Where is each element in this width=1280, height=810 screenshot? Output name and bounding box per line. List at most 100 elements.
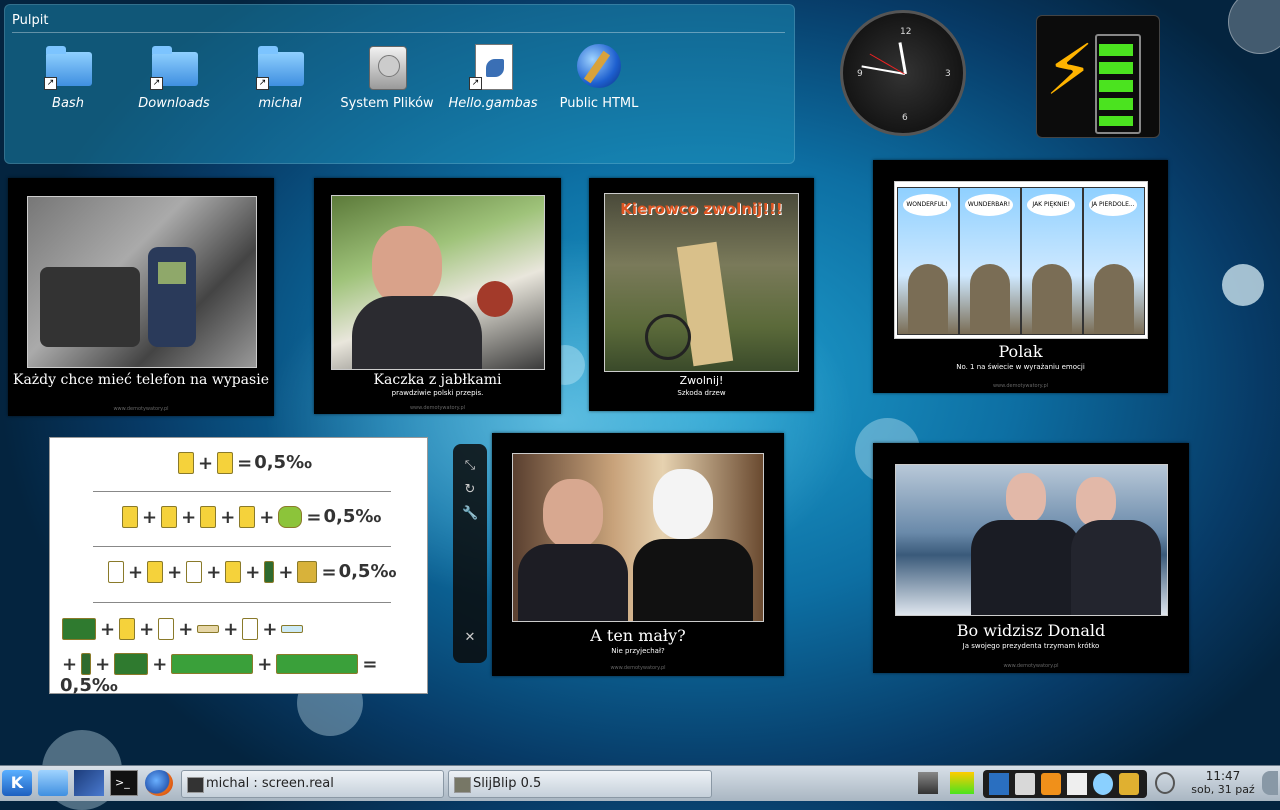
frame-watermark: www.demotywatory.pl xyxy=(610,665,666,671)
frame-photo: WONDERFUL! WUNDERBAR! JAK PIĘKNIE! JA PI… xyxy=(894,181,1148,339)
desktop-icon[interactable] xyxy=(74,770,104,796)
wireless-icon[interactable] xyxy=(1155,772,1175,794)
picture-frame-widget[interactable]: A ten mały? Nie przyjechał? www.demotywa… xyxy=(492,433,784,676)
applet-handle[interactable]: ⤡ ↻ 🔧 ✕ xyxy=(453,444,487,663)
battery-monitor-widget[interactable]: ⚡ xyxy=(1036,15,1160,138)
beer-mug-icon xyxy=(200,506,217,528)
clock-numeral: 6 xyxy=(902,113,908,123)
desktop-icon-system-files[interactable]: System Plików xyxy=(337,44,437,112)
tree-root xyxy=(970,264,1010,334)
frame-subtitle: Nie przyjechał? xyxy=(611,647,665,655)
desktop-icon-downloads[interactable]: ↗ Downloads xyxy=(124,44,224,112)
frame-subtitle: No. 1 na świecie w wyrażaniu emocji xyxy=(956,363,1085,371)
network-devices-icon[interactable] xyxy=(918,772,938,794)
battery-cell xyxy=(1099,116,1133,126)
battery-cell xyxy=(1099,98,1133,110)
picture-frame-widget[interactable]: Każdy chce mieć telefon na wypasie www.d… xyxy=(8,178,274,416)
person-figure xyxy=(518,544,628,621)
firefox-icon[interactable] xyxy=(145,770,173,796)
desktop-toolbox-cashew[interactable] xyxy=(1228,0,1280,54)
lock-icon[interactable] xyxy=(1119,773,1139,795)
task-label: SlijBlip 0.5 xyxy=(473,776,542,791)
settings-wrench-icon[interactable]: 🔧 xyxy=(462,506,478,522)
battery-cell xyxy=(1099,80,1133,92)
person-figure xyxy=(543,479,603,549)
person-figure xyxy=(1071,520,1161,615)
konsole-icon[interactable]: >_ xyxy=(110,770,138,796)
digital-clock[interactable]: 11:47 sob, 31 paź xyxy=(1185,769,1261,797)
close-icon[interactable]: ✕ xyxy=(462,630,478,646)
battery-tray-icon[interactable] xyxy=(950,772,974,794)
frame-photo xyxy=(27,196,257,368)
frame-watermark: www.demotywatory.pl xyxy=(1003,663,1059,669)
gambas-file-icon: ↗ xyxy=(467,44,519,92)
display-icon[interactable] xyxy=(989,773,1009,795)
volume-icon[interactable] xyxy=(1015,773,1035,795)
desktop-icon-michal[interactable]: ↗ michal xyxy=(230,44,330,112)
frame-caption: Polak xyxy=(998,342,1043,361)
bottle-icon xyxy=(264,561,275,583)
desktop-icon-public-html[interactable]: Public HTML xyxy=(549,44,649,112)
picture-frame-widget[interactable]: Kierowco zwolnij!!! Zwolnij! Szkoda drze… xyxy=(589,178,814,411)
divider xyxy=(93,602,391,603)
picture-frame-widget[interactable]: + = 0,5‰ + + + + = 0,5‰ + + + + + = 0,5‰ + + + + + + + + + =0… xyxy=(49,437,428,696)
frame-watermark: www.demotywatory.pl xyxy=(992,383,1049,389)
taskbar-panel: K >_ michal : screen.real SlijBlip 0.5 1… xyxy=(0,765,1280,801)
person-figure xyxy=(372,226,442,306)
task-button[interactable]: SlijBlip 0.5 xyxy=(448,770,712,798)
resize-icon[interactable]: ⤡ xyxy=(462,458,478,474)
picture-frame-widget[interactable]: WONDERFUL! WUNDERBAR! JAK PIĘKNIE! JA PI… xyxy=(873,160,1168,393)
task-button[interactable]: michal : screen.real xyxy=(181,770,444,798)
equation-result: 0,5‰ xyxy=(254,452,312,473)
rotate-icon[interactable]: ↻ xyxy=(462,482,478,498)
frame-caption: Zwolnij! xyxy=(679,374,724,387)
folder-link-icon: ↗ xyxy=(254,44,306,92)
settings-icon[interactable] xyxy=(1093,773,1113,795)
desktop-icon-label: michal xyxy=(258,96,302,111)
rss-feed-icon[interactable] xyxy=(1041,773,1061,795)
folder-link-icon: ↗ xyxy=(148,44,200,92)
desktop-icon-hello-gambas[interactable]: ↗ Hello.gambas xyxy=(443,44,543,112)
wine-glass-icon xyxy=(242,618,259,640)
application-icon xyxy=(454,777,471,793)
person-figure xyxy=(653,469,713,539)
bottle-icon xyxy=(81,653,92,675)
analog-clock-widget[interactable]: 12 3 6 9 xyxy=(840,10,966,136)
camcorder-icon xyxy=(40,267,140,347)
clock-numeral: 12 xyxy=(900,27,912,37)
terminal-icon xyxy=(187,777,204,793)
frame-photo: Kierowco zwolnij!!! xyxy=(604,193,799,372)
phone-screen xyxy=(158,262,186,284)
kde-menu-icon[interactable]: K xyxy=(2,770,32,796)
picture-frame-widget[interactable]: Bo widzisz Donald Ja swojego prezydenta … xyxy=(873,443,1189,673)
desktop-icon-bash[interactable]: ↗ Bash xyxy=(18,44,118,112)
vomit-icon xyxy=(278,506,303,528)
task-label: michal : screen.real xyxy=(206,776,334,791)
divider xyxy=(93,491,391,492)
clock-numeral: 9 xyxy=(857,69,863,79)
wine-glass-icon xyxy=(108,561,124,583)
clipboard-icon[interactable] xyxy=(1067,773,1087,795)
speech-bubble: JA PIERDOLE... xyxy=(1089,194,1137,216)
beer-mug-icon xyxy=(239,506,256,528)
folder-link-icon: ↗ xyxy=(42,44,94,92)
picture-frame-widget[interactable]: Kaczka z jabłkami prawdziwie polski prze… xyxy=(314,178,561,414)
syringe-icon xyxy=(281,625,304,633)
comic-panel: JA PIERDOLE... xyxy=(1083,187,1145,335)
panel-toolbox-icon[interactable] xyxy=(1262,771,1278,795)
person-figure xyxy=(1006,473,1046,523)
folder-view-widget[interactable]: Pulpit ↗ Bash ↗ Downloads ↗ michal Syste… xyxy=(4,4,795,164)
clock-time: 11:47 xyxy=(1205,769,1241,783)
background-bokeh xyxy=(1222,264,1264,306)
frame-photo xyxy=(331,195,545,370)
desktop-icon-label: Downloads xyxy=(138,96,210,111)
dolphin-icon[interactable] xyxy=(38,770,68,796)
hard-drive-icon xyxy=(361,44,413,92)
apple-icon xyxy=(477,281,513,317)
desktop-icon-label: Hello.gambas xyxy=(448,96,538,111)
frame-subtitle: Ja swojego prezydenta trzymam krótko xyxy=(962,642,1100,650)
divider xyxy=(93,546,391,547)
battery-cell xyxy=(1099,44,1133,56)
frame-photo xyxy=(895,464,1168,616)
comic-panel: JAK PIĘKNIE! xyxy=(1021,187,1083,335)
